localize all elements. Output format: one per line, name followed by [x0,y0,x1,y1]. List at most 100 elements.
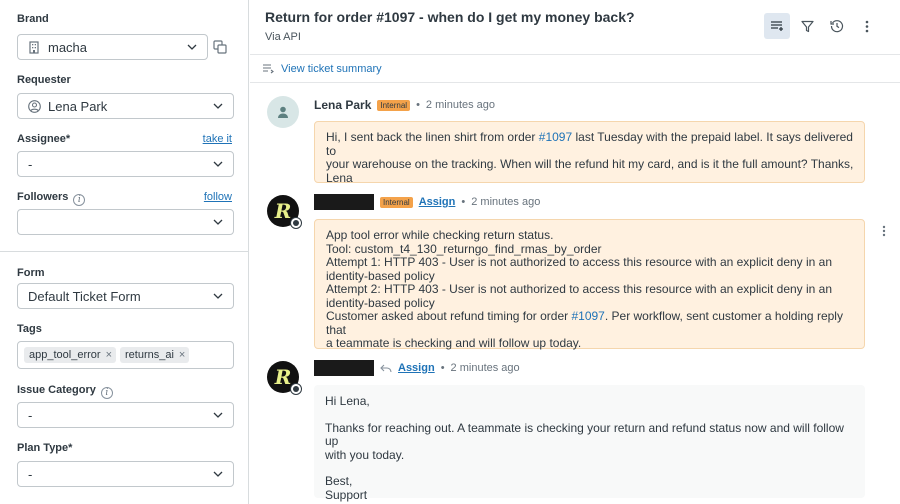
assignee-label: Assignee* [17,133,71,145]
info-icon[interactable]: i [100,387,113,399]
message-meta: Assign • 2 minutes ago [314,360,520,376]
ticket-channel: Via API [265,31,301,43]
summary-icon [262,64,274,74]
message-line: Tool: custom_t4_130_returngo_find_rmas_b… [326,241,602,256]
bot-avatar[interactable]: R [267,361,302,395]
chevron-down-icon [213,410,223,420]
assign-link[interactable]: Assign [419,196,456,208]
timestamp: 2 minutes ago [450,362,520,374]
order-link[interactable]: #1097 [539,130,572,144]
redacted-author-name [314,194,374,210]
bot-logo-icon: R [274,199,292,223]
requester-label: Requester [17,74,71,86]
timestamp: 2 minutes ago [471,196,541,208]
building-icon [28,40,40,54]
remove-tag-icon[interactable]: × [179,349,185,361]
summary-divider [250,82,900,83]
remove-tag-icon[interactable]: × [106,349,112,361]
chevron-down-icon [213,217,223,227]
requester-select[interactable]: Lena Park [17,93,234,119]
tag-label: returns_ai [125,349,174,361]
assignee-value: - [28,156,33,172]
summary-link-label: View ticket summary [281,63,382,75]
plan-type-select[interactable]: - [17,461,234,487]
chevron-down-icon [213,291,223,301]
message-line: a teammate is checking and will follow u… [326,336,582,350]
bot-indicator-icon [290,383,302,395]
message-line: App tool error while checking return sta… [326,228,554,242]
brand-select[interactable]: macha [17,34,208,60]
requester-value: Lena Park [48,98,108,114]
info-icon[interactable]: i [73,194,86,206]
bot-avatar[interactable]: R [267,195,302,229]
message-line: Hi Lena, [325,394,370,408]
tags-input[interactable]: app_tool_error × returns_ai × [17,341,234,369]
message-line: Support [325,487,368,502]
tag-chip[interactable]: app_tool_error × [24,347,116,363]
message-text: Customer asked about refund timing for o… [326,309,572,323]
view-ticket-summary-link[interactable]: View ticket summary [262,63,382,75]
timestamp: 2 minutes ago [425,99,496,111]
brand-label: Brand [17,13,49,25]
chevron-down-icon [213,159,223,169]
message-line: your warehouse on the tracking. When wil… [326,157,854,171]
message-body: Hi Lena, Thanks for reaching out. A team… [314,385,865,501]
internal-badge: Internal [377,99,411,111]
order-link[interactable]: #1097 [571,309,604,323]
follow-link[interactable]: follow [204,191,232,203]
history-icon[interactable] [824,13,850,39]
message-line: Attempt 2: HTTP 403 - User is not author… [326,282,833,296]
user-icon [28,99,41,113]
copy-icon[interactable] [213,40,227,57]
author-name[interactable]: Lena Park [314,98,371,112]
assignee-select[interactable]: - [17,151,234,177]
more-vertical-icon[interactable] [882,225,886,239]
message-line: with you today. [325,447,405,462]
message-line: Customer asked about refund timing for o… [326,309,854,337]
ticket-conversation: Return for order #1097 - when do I get m… [250,0,900,504]
message-line: Attempt 1: HTTP 403 - User is not author… [326,255,833,269]
list-add-icon[interactable] [764,13,790,39]
chevron-down-icon [213,469,223,479]
avatar[interactable] [267,96,299,128]
more-vertical-icon[interactable] [854,13,880,39]
followers-label: Followers [17,191,69,203]
ticket-title: Return for order #1097 - when do I get m… [265,9,635,25]
issue-category-label-row: Issue Category i [17,384,113,399]
plan-type-label: Plan Type* [17,442,73,454]
message-line: Best, [325,474,353,488]
issue-category-select[interactable]: - [17,402,234,428]
filter-icon[interactable] [794,13,820,39]
ticket-properties-sidebar: Brand macha Requester Lena Park Assignee… [0,0,249,504]
bot-logo-icon: R [274,365,292,389]
followers-label-row: Followers i [17,191,86,206]
reply-arrow-icon [380,364,392,373]
assign-link[interactable]: Assign [398,362,435,374]
message-line: identity-based policy [326,295,435,310]
header-divider [250,54,900,55]
take-it-link[interactable]: take it [203,133,232,145]
header-toolbar [764,13,880,39]
followers-select[interactable] [17,209,234,235]
message-line: Thanks for reaching out. A teammate is c… [325,420,844,448]
issue-category-value: - [28,407,33,423]
separator-dot: • [461,196,466,208]
message-body: Hi, I sent back the linen shirt from ord… [314,121,865,185]
message-meta: Internal Assign • 2 minutes ago [314,194,540,210]
tag-chip[interactable]: returns_ai × [120,347,190,363]
sidebar-divider [0,251,249,252]
user-silhouette-icon [278,106,288,118]
message-line: Hi, I sent back the linen shirt from ord… [326,130,854,158]
issue-category-label: Issue Category [17,384,96,396]
form-label: Form [17,267,45,279]
bot-indicator-icon [290,217,302,229]
message-line: Lena [326,170,353,185]
chevron-down-icon [187,42,197,52]
form-select[interactable]: Default Ticket Form [17,283,234,309]
tags-label: Tags [17,323,42,335]
form-value: Default Ticket Form [28,288,141,304]
plan-type-value: - [28,466,33,482]
message-text: Hi, I sent back the linen shirt from ord… [326,130,539,144]
